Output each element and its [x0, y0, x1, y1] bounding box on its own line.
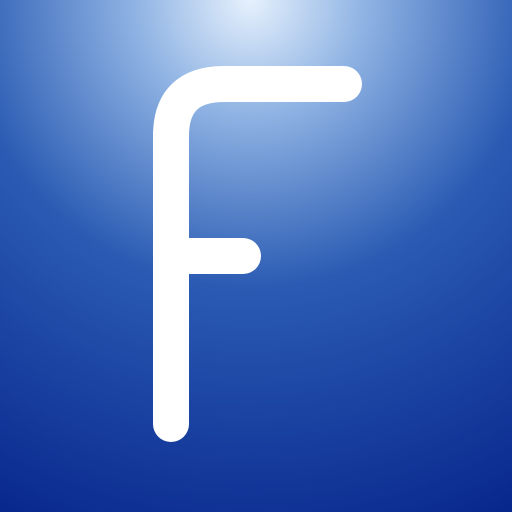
app-icon	[0, 0, 512, 512]
letter-f-icon	[153, 66, 362, 442]
